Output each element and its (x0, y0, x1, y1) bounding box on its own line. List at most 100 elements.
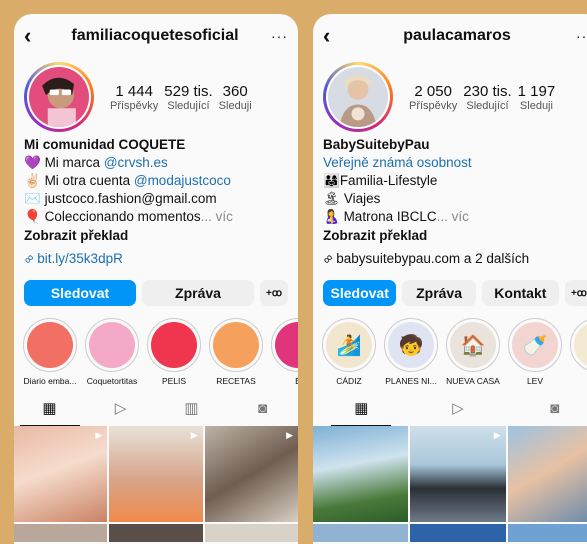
story-highlights: 🏄 CÁDIZ 🧒 PLANES NI... 🏠 NUEVA CASA 🍼 LE… (313, 306, 587, 386)
reel-badge-icon: ▶ (95, 430, 103, 440)
back-arrow-icon[interactable]: ‹ (24, 25, 46, 47)
bio-line: ✉️ justcoco.fashion@gmail.com (24, 190, 288, 208)
post-thumbnail[interactable] (109, 524, 203, 542)
contact-button[interactable]: Kontakt (481, 280, 559, 306)
bio-mention-link[interactable]: @crvsh.es (104, 155, 168, 170)
bio-line: 🤱 Matrona IBCLC... víc (323, 208, 587, 226)
follow-button[interactable]: Sledovat (24, 280, 136, 306)
highlight-item[interactable]: 🏄 CÁDIZ (321, 318, 377, 386)
profile-screen-right: ‹ paulacamaros ··· 2 050 Pří (313, 14, 587, 544)
post-thumbnail[interactable] (410, 524, 506, 542)
bio-line: 💜 Mi marca @crvsh.es (24, 154, 288, 172)
link-icon: ∞ (20, 249, 38, 268)
bio-mention-link[interactable]: @modajustcoco (134, 173, 231, 188)
bio-text: Mi marca (40, 155, 104, 170)
stat-label: Příspěvky (409, 99, 458, 112)
stat-value: 230 tis. (463, 82, 512, 100)
post-thumbnail[interactable]: ▶ (410, 426, 506, 522)
see-translation-link[interactable]: Zobrazit překlad (24, 227, 288, 245)
grid-tab-icon[interactable]: ▦ (331, 392, 392, 426)
stat-value: 2 050 (414, 82, 452, 100)
tagged-tab-icon[interactable]: ◙ (525, 392, 585, 426)
profile-category[interactable]: Veřejně známá osobnost (323, 154, 587, 172)
suggested-users-button[interactable]: +ꝏ (564, 280, 587, 306)
highlight-item[interactable]: RECETAS (208, 318, 264, 386)
profile-stats: 2 050 Příspěvky 230 tis. Sledující 1 197… (409, 83, 555, 112)
highlight-cover (275, 322, 298, 368)
profile-display-name: BabySuitebyPau (323, 137, 430, 152)
stat-following[interactable]: 360 Sleduji (219, 83, 252, 112)
grid-tab-icon[interactable]: ▦ (19, 392, 80, 426)
highlight-label: PELIS (161, 376, 187, 386)
reels-tab-icon[interactable]: ▷ (428, 392, 488, 426)
profile-website-link[interactable]: ∞ bit.ly/35k3dpR (14, 245, 298, 268)
suggested-users-button[interactable]: +ꝏ (260, 280, 288, 306)
back-arrow-icon[interactable]: ‹ (323, 25, 345, 47)
stat-posts[interactable]: 1 444 Příspěvky (110, 83, 158, 112)
stat-value: 529 tis. (164, 82, 213, 100)
reel-badge-icon: ▶ (190, 430, 198, 440)
message-button[interactable]: Zpráva (402, 280, 476, 306)
bio-more-link[interactable]: ... víc (437, 209, 469, 224)
highlight-label: CÁDIZ (336, 376, 362, 386)
highlight-item[interactable]: I (569, 318, 587, 386)
profile-actions: Sledovat Zpráva +ꝏ (14, 266, 298, 306)
bio-line: 👨‍👩‍👧Familia-Lifestyle (323, 172, 587, 190)
island-emoji-icon: 🏝 (323, 191, 341, 206)
post-thumbnail[interactable] (204, 524, 298, 542)
profile-stats: 1 444 Příspěvky 529 tis. Sledující 360 S… (110, 83, 252, 112)
post-thumbnail[interactable]: ▶ (14, 426, 108, 522)
stat-posts[interactable]: 2 050 Příspěvky (409, 83, 457, 112)
guides-tab-icon[interactable]: ▥ (162, 392, 222, 426)
highlight-item[interactable]: PELIS (146, 318, 202, 386)
profile-actions: Sledovat Zpráva Kontakt +ꝏ (313, 266, 587, 306)
post-thumbnail[interactable]: ▶ (204, 426, 298, 522)
message-button[interactable]: Zpráva (142, 280, 254, 306)
post-thumbnail[interactable] (14, 524, 108, 542)
highlight-item[interactable]: 🧒 PLANES NI... (383, 318, 439, 386)
stat-followers[interactable]: 529 tis. Sledující (164, 83, 212, 112)
avatar[interactable] (323, 62, 393, 132)
reels-tab-icon[interactable]: ▷ (91, 392, 151, 426)
bio-text: Matrona IBCLC (339, 209, 437, 224)
stat-value: 1 197 (517, 82, 556, 100)
stat-followers[interactable]: 230 tis. Sledující (463, 83, 511, 112)
stat-following[interactable]: 1 197 Sleduji (518, 83, 556, 112)
post-thumbnail[interactable]: ▶ (109, 426, 203, 522)
post-thumbnail[interactable] (313, 524, 409, 542)
more-options-icon[interactable]: ··· (569, 28, 587, 44)
post-thumbnail[interactable] (507, 426, 587, 522)
bio-more-link[interactable]: ... víc (201, 209, 233, 224)
more-options-icon[interactable]: ··· (264, 28, 288, 44)
profile-website-link[interactable]: ∞ babysuitebypau.com a 2 dalších (313, 245, 587, 268)
bio-line: 🎈 Coleccionando momentos... víc (24, 208, 288, 226)
highlight-item[interactable]: Coquetortitas (84, 318, 140, 386)
highlight-cover (574, 322, 587, 368)
highlight-item[interactable]: B (270, 318, 298, 386)
follow-button[interactable]: Sledovat (323, 280, 397, 306)
link-icon: ∞ (319, 249, 337, 268)
highlight-label: Coquetortitas (86, 376, 138, 386)
bio-line: 🏝 Viajes (323, 190, 587, 208)
post-thumbnail[interactable] (507, 524, 587, 542)
posts-grid: ▶ ▶ ▶ (14, 426, 298, 542)
avatar-photo (29, 67, 89, 127)
see-translation-link[interactable]: Zobrazit překlad (323, 227, 587, 245)
tagged-tab-icon[interactable]: ◙ (233, 392, 293, 426)
profile-username: familiacoquetesoficial (71, 27, 239, 44)
family-emoji-icon: 👨‍👩‍👧 (323, 173, 340, 188)
highlight-item[interactable]: 🍼 LEV (507, 318, 563, 386)
highlight-label: NUEVA CASA (446, 376, 500, 386)
post-thumbnail[interactable] (313, 426, 409, 522)
envelope-emoji-icon: ✉️ (24, 191, 41, 206)
reel-badge-icon: ▶ (493, 430, 501, 440)
highlight-cover (89, 322, 135, 368)
house-icon: 🏠 (450, 322, 496, 368)
highlight-item[interactable]: 🏠 NUEVA CASA (445, 318, 501, 386)
avatar[interactable] (24, 62, 94, 132)
stat-value: 360 (222, 82, 248, 100)
stat-label: Sleduji (519, 99, 553, 112)
breastfeeding-emoji-icon: 🤱 (323, 209, 340, 224)
highlight-item[interactable]: Diario emba... (22, 318, 78, 386)
profile-header: 2 050 Příspěvky 230 tis. Sledující 1 197… (313, 58, 587, 136)
